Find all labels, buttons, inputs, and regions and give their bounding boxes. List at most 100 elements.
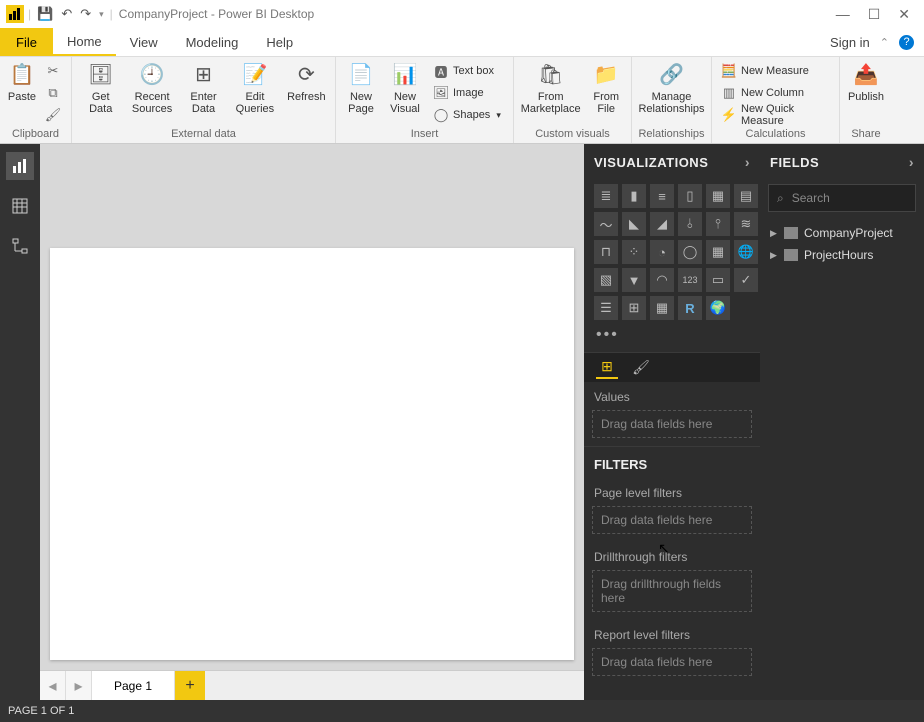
tab-modeling[interactable]: Modeling xyxy=(172,28,253,56)
viz-scatter-icon[interactable]: ⁘ xyxy=(622,240,646,264)
search-icon: ⌕ xyxy=(777,191,784,206)
measure-icon: 🧮 xyxy=(721,63,737,79)
page-tab-1[interactable]: Page 1 xyxy=(92,671,175,700)
viz-pie-icon[interactable]: ◔ xyxy=(650,240,674,264)
shapes-icon: ◯ xyxy=(433,107,449,123)
fields-search-input[interactable]: ⌕ Search xyxy=(768,184,916,212)
viz-map-icon[interactable]: 🌐 xyxy=(734,240,758,264)
values-drop-zone[interactable]: Drag data fields here xyxy=(592,410,752,438)
viz-treemap-icon[interactable]: ▦ xyxy=(706,240,730,264)
minimize-icon[interactable]: — xyxy=(836,6,850,23)
qat-dropdown-icon[interactable]: ▾ xyxy=(99,9,104,20)
add-page-button[interactable]: + xyxy=(175,671,205,700)
tab-home[interactable]: Home xyxy=(53,28,116,56)
qat-divider2: | xyxy=(110,7,113,21)
ribbon: 📋 Paste ✂ ⧉ 🖌 Clipboard 🗄Get Data 🕘Recen… xyxy=(0,56,924,144)
undo-icon[interactable]: ↶ xyxy=(61,6,72,22)
table-projecthours[interactable]: ▶ ProjectHours xyxy=(760,244,924,266)
copy-button[interactable]: ⧉ xyxy=(42,83,64,103)
fields-well-tab[interactable]: ⊞ xyxy=(596,357,618,379)
data-view-button[interactable] xyxy=(6,192,34,220)
viz-arcgis-icon[interactable]: 🌍 xyxy=(706,296,730,320)
new-measure-button[interactable]: 🧮New Measure xyxy=(718,61,835,81)
viz-100-bar-icon[interactable]: ▦ xyxy=(706,184,730,208)
values-label: Values xyxy=(584,382,760,410)
recent-sources-button[interactable]: 🕘Recent Sources xyxy=(127,59,176,115)
viz-slicer-icon[interactable]: ☰ xyxy=(594,296,618,320)
shapes-button[interactable]: ◯Shapes▾ xyxy=(430,105,504,125)
report-view-button[interactable] xyxy=(6,152,34,180)
viz-area-icon[interactable]: ◣ xyxy=(622,212,646,236)
viz-donut-icon[interactable]: ◯ xyxy=(678,240,702,264)
viz-100-column-icon[interactable]: ▤ xyxy=(734,184,758,208)
viz-kpi-icon[interactable]: ✓ xyxy=(734,268,758,292)
viz-filled-map-icon[interactable]: ▧ xyxy=(594,268,618,292)
new-visual-icon: 📊 xyxy=(391,61,419,89)
visualizations-header[interactable]: VISUALIZATIONS › xyxy=(584,144,760,180)
insert-group-label: Insert xyxy=(340,127,509,143)
viz-stacked-area-icon[interactable]: ◢ xyxy=(650,212,674,236)
viz-line-column-icon[interactable]: ⫰ xyxy=(678,212,702,236)
viz-funnel-icon[interactable]: ▼ xyxy=(622,268,646,292)
from-file-button[interactable]: 📁From File xyxy=(585,59,627,115)
viz-table-icon[interactable]: ⊞ xyxy=(622,296,646,320)
table-companyproject[interactable]: ▶ CompanyProject xyxy=(760,222,924,244)
viz-clustered-column-icon[interactable]: ▯ xyxy=(678,184,702,208)
image-button[interactable]: 🖼Image xyxy=(430,83,504,103)
viz-matrix-icon[interactable]: ▦ xyxy=(650,296,674,320)
report-filters-drop[interactable]: Drag data fields here xyxy=(592,648,752,676)
drill-filters-drop[interactable]: Drag drillthrough fields here xyxy=(592,570,752,612)
page-prev-button[interactable]: ◂ xyxy=(40,671,66,700)
maximize-icon[interactable]: ☐ xyxy=(868,6,881,23)
from-marketplace-button[interactable]: 🛍From Marketplace xyxy=(518,59,583,115)
close-icon[interactable]: ✕ xyxy=(898,6,910,23)
textbox-button[interactable]: 🅰Text box xyxy=(430,61,504,81)
format-painter-button[interactable]: 🖌 xyxy=(42,105,64,125)
help-icon[interactable]: ? xyxy=(899,35,914,50)
viz-gauge-icon[interactable]: ◠ xyxy=(650,268,674,292)
manage-relationships-button[interactable]: 🔗Manage Relationships xyxy=(636,59,707,115)
tab-file[interactable]: File xyxy=(0,28,53,56)
textbox-label: Text box xyxy=(453,65,494,77)
viz-ribbon-icon[interactable]: ≋ xyxy=(734,212,758,236)
viz-more-button[interactable]: ••• xyxy=(584,324,760,352)
get-data-button[interactable]: 🗄Get Data xyxy=(76,59,125,115)
publish-button[interactable]: 📤Publish xyxy=(844,59,888,103)
viz-r-icon[interactable]: R xyxy=(678,296,702,320)
paste-label: Paste xyxy=(8,91,36,103)
new-visual-button[interactable]: 📊New Visual xyxy=(384,59,426,115)
calculations-group-label: Calculations xyxy=(716,127,835,143)
tab-view[interactable]: View xyxy=(116,28,172,56)
save-icon[interactable]: 💾 xyxy=(37,6,53,22)
fields-header[interactable]: FIELDS › xyxy=(760,144,924,180)
new-quick-measure-button[interactable]: ⚡New Quick Measure xyxy=(718,105,835,125)
edit-queries-label: Edit Queries xyxy=(236,91,275,115)
chevron-right-icon: › xyxy=(745,154,750,170)
page-next-button[interactable]: ▸ xyxy=(66,671,92,700)
viz-stacked-column-icon[interactable]: ▮ xyxy=(622,184,646,208)
report-canvas[interactable] xyxy=(50,248,574,660)
viz-line-clustered-icon[interactable]: ⫯ xyxy=(706,212,730,236)
page-filters-drop[interactable]: Drag data fields here xyxy=(592,506,752,534)
model-view-button[interactable] xyxy=(6,232,34,260)
collapse-ribbon-icon[interactable]: ⌃ xyxy=(880,36,889,49)
viz-card-icon[interactable]: 123 xyxy=(678,268,702,292)
tab-help[interactable]: Help xyxy=(252,28,307,56)
sign-in-link[interactable]: Sign in xyxy=(830,35,870,50)
new-column-button[interactable]: ▥New Column xyxy=(718,83,835,103)
refresh-button[interactable]: ⟳Refresh xyxy=(282,59,331,103)
new-page-button[interactable]: 📄New Page xyxy=(340,59,382,115)
cut-button[interactable]: ✂ xyxy=(42,61,64,81)
viz-stacked-bar-icon[interactable]: ≣ xyxy=(594,184,618,208)
viz-multi-card-icon[interactable]: ▭ xyxy=(706,268,730,292)
viz-waterfall-icon[interactable]: ⊓ xyxy=(594,240,618,264)
edit-queries-button[interactable]: 📝Edit Queries xyxy=(230,59,279,115)
fields-title: FIELDS xyxy=(770,155,819,170)
redo-icon[interactable]: ↷ xyxy=(80,6,91,22)
viz-line-icon[interactable]: 〜 xyxy=(594,212,618,236)
enter-data-button[interactable]: ⊞Enter Data xyxy=(179,59,228,115)
table-label: CompanyProject xyxy=(804,226,893,240)
viz-clustered-bar-icon[interactable]: ≡ xyxy=(650,184,674,208)
format-tab[interactable]: 🖌 xyxy=(630,357,652,379)
paste-button[interactable]: 📋 Paste xyxy=(4,59,40,103)
